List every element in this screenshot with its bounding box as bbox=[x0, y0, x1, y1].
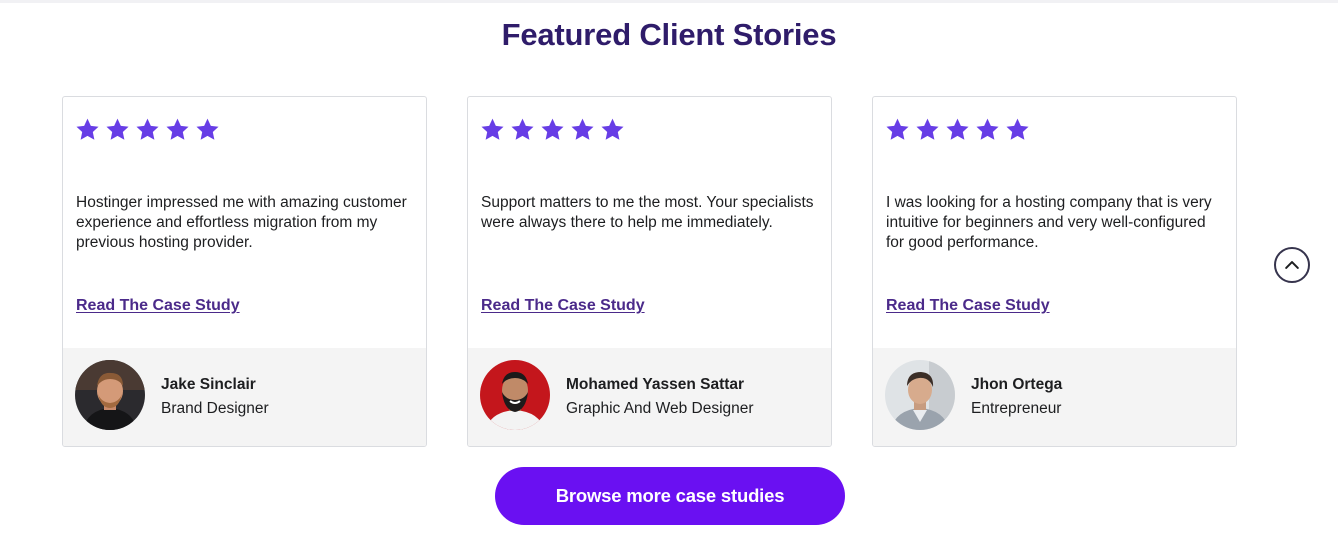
author-name: Jake Sinclair bbox=[161, 376, 256, 393]
avatar bbox=[480, 360, 550, 430]
testimonial-card: Hostinger impressed me with amazing cust… bbox=[62, 96, 427, 447]
star-icon bbox=[946, 118, 969, 140]
star-icon bbox=[916, 118, 939, 140]
top-divider bbox=[0, 0, 1338, 3]
author-name: Mohamed Yassen Sattar bbox=[566, 376, 745, 393]
testimonial-card: I was looking for a hosting company that… bbox=[872, 96, 1237, 447]
testimonial-quote: I was looking for a hosting company that… bbox=[886, 194, 1212, 251]
star-rating bbox=[480, 117, 625, 142]
avatar bbox=[75, 360, 145, 430]
client-stories-section: Featured Client Stories Hostinger impres… bbox=[0, 0, 1338, 549]
star-icon bbox=[976, 118, 999, 140]
author-role: Graphic And Web Designer bbox=[566, 400, 754, 417]
star-icon bbox=[571, 118, 594, 140]
section-title: Featured Client Stories bbox=[501, 17, 837, 52]
star-icon bbox=[136, 118, 159, 140]
star-icon bbox=[76, 118, 99, 140]
chevron-up-icon bbox=[1285, 261, 1299, 269]
star-icon bbox=[106, 118, 129, 140]
browse-case-studies-button[interactable]: Browse more case studies bbox=[495, 467, 845, 525]
author-block: Jake Sinclair Brand Designer bbox=[63, 348, 426, 446]
star-icon bbox=[196, 118, 219, 140]
read-case-study-link[interactable]: Read The Case Study bbox=[76, 297, 240, 315]
star-rating bbox=[885, 117, 1030, 142]
star-icon bbox=[886, 118, 909, 140]
author-name: Jhon Ortega bbox=[971, 376, 1063, 393]
star-icon bbox=[541, 118, 564, 140]
read-case-study-link[interactable]: Read The Case Study bbox=[886, 297, 1050, 315]
author-role: Brand Designer bbox=[161, 400, 269, 417]
author-block: Mohamed Yassen Sattar Graphic And Web De… bbox=[468, 348, 831, 446]
star-rating bbox=[75, 117, 220, 142]
star-icon bbox=[166, 118, 189, 140]
star-icon bbox=[601, 118, 624, 140]
testimonial-quote: Support matters to me the most. Your spe… bbox=[481, 194, 814, 231]
read-case-study-link[interactable]: Read The Case Study bbox=[481, 297, 645, 315]
scroll-top-button[interactable] bbox=[1274, 247, 1310, 283]
star-icon bbox=[481, 118, 504, 140]
avatar bbox=[885, 360, 955, 430]
author-role: Entrepreneur bbox=[971, 400, 1062, 417]
testimonial-card: Support matters to me the most. Your spe… bbox=[467, 96, 832, 447]
author-block: Jhon Ortega Entrepreneur bbox=[873, 348, 1236, 446]
star-icon bbox=[1006, 118, 1029, 140]
star-icon bbox=[511, 118, 534, 140]
testimonial-quote: Hostinger impressed me with amazing cust… bbox=[76, 194, 407, 251]
